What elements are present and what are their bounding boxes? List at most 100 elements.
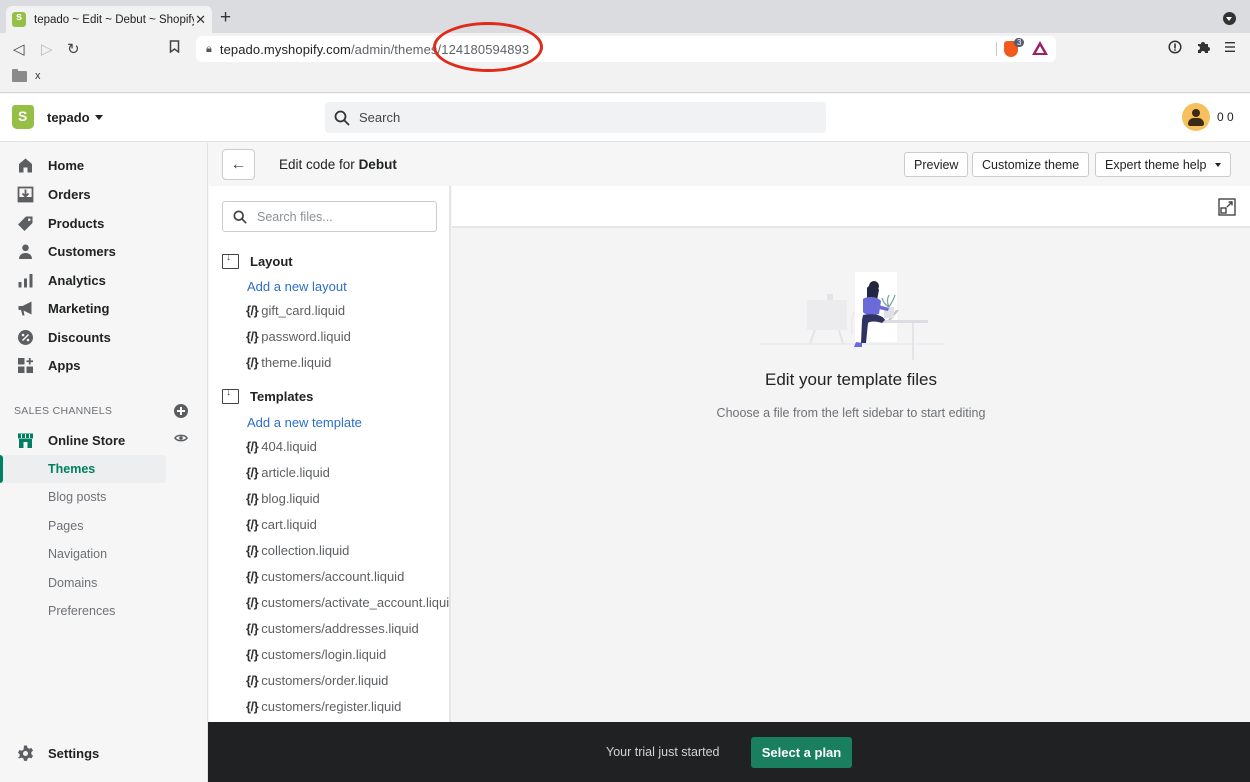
view-store-eye-icon[interactable] bbox=[174, 433, 188, 443]
admin-search-input[interactable]: Search bbox=[325, 102, 826, 133]
back-nav-icon[interactable]: ◁ bbox=[13, 40, 25, 58]
caret-down-icon[interactable] bbox=[95, 115, 103, 120]
sidebar-subitem-blog-posts[interactable]: Blog posts bbox=[0, 483, 166, 511]
add-sales-channel-icon[interactable] bbox=[174, 404, 188, 418]
add-new-template-link[interactable]: Add a new template bbox=[247, 415, 362, 430]
sidebar-subitem-label: Pages bbox=[48, 519, 84, 533]
file-item[interactable]: {/} customers/activate_account.liquid bbox=[246, 595, 451, 610]
apps-icon bbox=[18, 358, 33, 373]
bookmark-folder-label[interactable]: x bbox=[35, 70, 41, 82]
file-item[interactable]: {/} theme.liquid bbox=[246, 355, 331, 370]
store-switcher[interactable]: tepado bbox=[47, 110, 90, 125]
file-item[interactable]: {/} password.liquid bbox=[246, 329, 351, 344]
address-bar[interactable]: 🔒︎ tepado.myshopify.com/admin/themes/124… bbox=[196, 36, 1056, 62]
user-name[interactable]: 0 0 bbox=[1217, 110, 1234, 124]
page-title: Edit code for Debut bbox=[279, 157, 397, 172]
bookmark-icon[interactable] bbox=[169, 40, 180, 57]
search-icon bbox=[233, 209, 247, 224]
reload-icon[interactable]: ↻ bbox=[67, 40, 80, 58]
folder-templates[interactable]: Templates bbox=[222, 386, 313, 406]
brave-rewards-icon[interactable] bbox=[1032, 41, 1048, 55]
sidebar-subitem-pages[interactable]: Pages bbox=[0, 512, 166, 540]
folder-download-icon bbox=[222, 252, 239, 269]
sidebar-item-label: Settings bbox=[48, 745, 100, 761]
user-avatar[interactable] bbox=[1182, 103, 1210, 131]
close-tab-icon[interactable]: ✕ bbox=[195, 12, 206, 28]
preview-button[interactable]: Preview bbox=[904, 152, 969, 177]
tag-icon bbox=[18, 216, 33, 231]
editor-empty-state: Edit your template files Choose a file f… bbox=[452, 229, 1250, 722]
file-item[interactable]: {/} 404.liquid bbox=[246, 439, 317, 454]
sidebar-subitem-navigation[interactable]: Navigation bbox=[0, 540, 166, 568]
home-icon bbox=[19, 158, 32, 173]
empty-state-title: Edit your template files bbox=[765, 370, 937, 389]
sidebar-subitem-themes[interactable]: Themes bbox=[0, 455, 166, 483]
caret-down-icon bbox=[1215, 162, 1222, 167]
sidebar-item-label: Online Store bbox=[48, 432, 126, 448]
avatar-head bbox=[1192, 109, 1200, 117]
sidebar-subitem-label: Domains bbox=[48, 576, 98, 590]
folder-layout[interactable]: Layout bbox=[222, 251, 293, 271]
file-name: customers/activate_account.liquid bbox=[261, 595, 451, 610]
folder-label: Templates bbox=[250, 388, 314, 404]
sidebar-item-customers[interactable]: Customers bbox=[0, 237, 200, 265]
add-new-layout-link[interactable]: Add a new layout bbox=[247, 279, 347, 294]
sidebar-item-marketing[interactable]: Marketing bbox=[0, 294, 200, 322]
sidebar-item-analytics[interactable]: Analytics bbox=[0, 266, 200, 294]
search-files-input[interactable]: Search files... bbox=[222, 201, 437, 232]
file-item[interactable]: {/} customers/order.liquid bbox=[246, 673, 388, 688]
browser-menu-icon[interactable] bbox=[1225, 40, 1235, 57]
liquid-file-icon: {/} bbox=[246, 517, 259, 532]
sidebar-item-settings[interactable]: Settings bbox=[0, 739, 200, 767]
file-name: password.liquid bbox=[261, 329, 351, 344]
sidebar-item-apps[interactable]: Apps bbox=[0, 351, 200, 379]
sidebar-item-online-store[interactable]: Online Store bbox=[0, 426, 200, 454]
select-a-plan-button[interactable]: Select a plan bbox=[751, 737, 852, 768]
file-name: customers/login.liquid bbox=[261, 647, 387, 662]
file-item[interactable]: {/} gift_card.liquid bbox=[246, 303, 345, 318]
sidebar-item-home[interactable]: Home bbox=[0, 151, 200, 179]
sidebar-item-label: Orders bbox=[48, 186, 91, 202]
customize-theme-button[interactable]: Customize theme bbox=[972, 152, 1090, 177]
liquid-file-icon: {/} bbox=[246, 699, 259, 714]
file-name: gift_card.liquid bbox=[261, 303, 346, 318]
file-item[interactable]: {/} cart.liquid bbox=[246, 517, 317, 532]
file-name: collection.liquid bbox=[261, 543, 350, 558]
search-icon bbox=[334, 110, 350, 125]
lock-icon: 🔒︎ bbox=[206, 42, 212, 55]
sidebar-item-products[interactable]: Products bbox=[0, 209, 200, 237]
address-bar-divider bbox=[996, 42, 997, 56]
browser-tab[interactable]: tepado ~ Edit ~ Debut ~ Shopify ✕ bbox=[6, 6, 212, 33]
liquid-file-icon: {/} bbox=[246, 621, 259, 636]
sidebar-subitem-domains[interactable]: Domains bbox=[0, 569, 166, 597]
sidebar-item-label: Apps bbox=[48, 357, 81, 373]
extensions-puzzle-icon[interactable] bbox=[1196, 40, 1210, 57]
file-item[interactable]: {/} blog.liquid bbox=[246, 491, 320, 506]
file-name: customers/addresses.liquid bbox=[261, 621, 419, 636]
file-item[interactable]: {/} customers/login.liquid bbox=[246, 647, 386, 662]
tab-search-icon[interactable] bbox=[1223, 12, 1236, 25]
store-icon bbox=[18, 433, 33, 448]
file-item[interactable]: {/} collection.liquid bbox=[246, 543, 349, 558]
expand-fullscreen-icon[interactable] bbox=[1218, 198, 1236, 216]
file-item[interactable]: {/} customers/register.liquid bbox=[246, 699, 401, 714]
sidebar-item-discounts[interactable]: Discounts bbox=[0, 323, 200, 351]
back-button[interactable]: ← bbox=[222, 149, 255, 180]
megaphone-icon bbox=[18, 301, 32, 316]
trial-banner: Your trial just started Select a plan bbox=[208, 722, 1250, 782]
password-manager-icon[interactable] bbox=[1168, 40, 1182, 57]
file-item[interactable]: {/} customers/addresses.liquid bbox=[246, 621, 419, 636]
liquid-file-icon: {/} bbox=[246, 329, 259, 344]
sidebar-item-orders[interactable]: Orders bbox=[0, 180, 200, 208]
file-name: customers/account.liquid bbox=[261, 569, 405, 584]
new-tab-button[interactable]: + bbox=[220, 8, 231, 28]
forward-nav-icon[interactable]: ▷ bbox=[41, 40, 53, 58]
editor-tab-bar bbox=[452, 186, 1250, 228]
bookmark-folder-icon[interactable] bbox=[12, 68, 27, 82]
file-name: customers/order.liquid bbox=[261, 673, 389, 688]
expert-theme-help-button[interactable]: Expert theme help bbox=[1095, 152, 1232, 177]
search-placeholder: Search bbox=[359, 110, 401, 125]
sidebar-subitem-preferences[interactable]: Preferences bbox=[0, 597, 166, 625]
file-item[interactable]: {/} customers/account.liquid bbox=[246, 569, 404, 584]
file-item[interactable]: {/} article.liquid bbox=[246, 465, 330, 480]
